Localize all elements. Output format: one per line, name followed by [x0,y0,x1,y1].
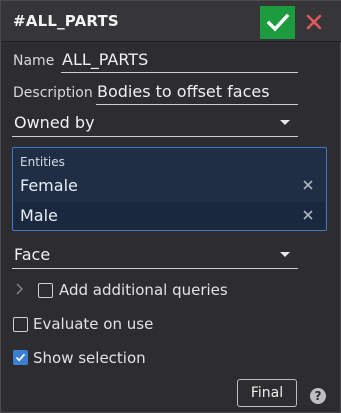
owner-select-value: Owned by [14,113,95,132]
dialog-title: #ALL_PARTS [13,12,119,30]
feature-dialog: #ALL_PARTS Name ALL_PARTS Description Bo… [0,0,341,413]
name-label: Name [13,53,55,69]
add-queries-checkbox[interactable] [38,283,53,298]
help-icon[interactable]: ? [310,388,326,404]
chevron-right-icon[interactable] [14,282,24,296]
remove-x-icon[interactable] [301,178,315,192]
entity-label: Female [20,176,78,195]
caret-down-icon [280,120,290,125]
close-icon [306,14,322,30]
type-select[interactable]: Face [12,243,298,269]
description-field[interactable]: Bodies to offset faces [96,81,298,105]
entities-selection-box[interactable]: Entities Female Male [12,147,327,231]
description-label: Description [13,85,93,101]
owner-select[interactable]: Owned by [12,111,298,137]
final-button[interactable]: Final [237,379,297,407]
cancel-button[interactable] [301,9,327,35]
evaluate-on-use-checkbox[interactable] [13,317,28,332]
type-select-value: Face [14,245,51,264]
accept-button[interactable] [260,6,295,39]
show-selection-label: Show selection [33,349,146,367]
checkmark-icon [266,13,289,31]
entity-label: Male [20,206,58,225]
show-selection-checkbox[interactable] [13,350,28,365]
evaluate-on-use-label: Evaluate on use [33,315,154,333]
entity-item[interactable]: Male [14,202,325,230]
checkmark-icon [15,353,26,362]
entities-label: Entities [20,155,65,169]
remove-x-icon[interactable] [301,208,315,222]
caret-down-icon [280,252,290,257]
add-queries-label: Add additional queries [59,281,228,299]
name-field[interactable]: ALL_PARTS [61,49,298,73]
dialog-header: #ALL_PARTS [1,1,341,42]
entity-item[interactable]: Female [14,172,325,200]
